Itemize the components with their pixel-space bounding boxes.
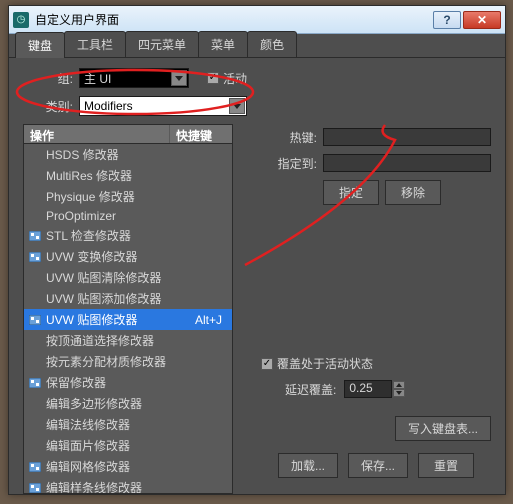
write-table-button[interactable]: 写入键盘表... (395, 416, 491, 441)
item-icon (28, 314, 42, 326)
tab-menu[interactable]: 菜单 (198, 31, 248, 57)
col-action[interactable]: 操作 (24, 125, 170, 143)
item-label: 保留修改器 (46, 374, 106, 391)
window-title: 自定义用户界面 (35, 11, 433, 28)
list-item[interactable]: 编辑样条线修改器 (24, 477, 232, 494)
item-icon (28, 230, 42, 242)
item-icon (28, 461, 42, 473)
category-label: 类别: (23, 98, 73, 115)
list-item[interactable]: 编辑网格修改器 (24, 456, 232, 477)
list-item[interactable]: 保留修改器 (24, 372, 232, 393)
item-icon (28, 293, 42, 305)
tabs: 键盘 工具栏 四元菜单 菜单 颜色 (9, 34, 505, 58)
list-item[interactable]: MultiRes 修改器 (24, 165, 232, 186)
item-label: UVW 变换修改器 (46, 248, 137, 265)
item-label: 编辑面片修改器 (46, 437, 130, 454)
list-item[interactable]: UVW 贴图修改器 Alt+J (24, 309, 232, 330)
close-button[interactable]: ✕ (463, 11, 501, 29)
list-item[interactable]: UVW 变换修改器 (24, 246, 232, 267)
item-label: 按顶通道选择修改器 (46, 332, 154, 349)
list-item[interactable]: UVW 贴图添加修改器 (24, 288, 232, 309)
item-label: UVW 贴图清除修改器 (46, 269, 161, 286)
action-list[interactable]: HSDS 修改器 MultiRes 修改器 Physique 修改器 ProOptim… (23, 144, 233, 494)
assigned-to-label: 指定到: (261, 155, 317, 172)
list-item[interactable]: 编辑面片修改器 (24, 435, 232, 456)
item-label: MultiRes 修改器 (46, 167, 132, 184)
override-checkbox[interactable]: ✓ (261, 358, 273, 370)
item-label: 按元素分配材质修改器 (46, 353, 166, 370)
item-label: 编辑网格修改器 (46, 458, 130, 475)
list-item[interactable]: HSDS 修改器 (24, 144, 232, 165)
titlebar[interactable]: ◷ 自定义用户界面 ? ✕ (9, 6, 505, 34)
override-label: 覆盖处于活动状态 (277, 355, 373, 372)
item-icon (28, 398, 42, 410)
list-item[interactable]: STL 检查修改器 (24, 225, 232, 246)
item-label: STL 检查修改器 (46, 227, 131, 244)
list-item[interactable]: 按顶通道选择修改器 (24, 330, 232, 351)
item-icon (28, 210, 42, 222)
item-label: ProOptimizer (46, 209, 116, 223)
category-value: Modifiers (84, 99, 133, 113)
item-label: Physique 修改器 (46, 188, 135, 205)
item-icon (28, 335, 42, 347)
group-select[interactable]: 主 UI (79, 68, 189, 88)
remove-button[interactable]: 移除 (385, 180, 441, 205)
active-label: 活动 (223, 70, 247, 87)
group-label: 组: (23, 70, 73, 87)
item-shortcut: Alt+J (195, 313, 228, 327)
list-header: 操作 快捷键 (23, 124, 233, 144)
chevron-down-icon (171, 70, 187, 86)
list-item[interactable]: Physique 修改器 (24, 186, 232, 207)
item-icon (28, 440, 42, 452)
help-button[interactable]: ? (433, 11, 461, 29)
tab-toolbar[interactable]: 工具栏 (64, 31, 126, 57)
item-label: HSDS 修改器 (46, 146, 119, 163)
item-label: 编辑样条线修改器 (46, 479, 142, 494)
chevron-down-icon (229, 98, 245, 114)
tab-keyboard[interactable]: 键盘 (15, 32, 65, 58)
hotkey-label: 热键: (261, 129, 317, 146)
item-icon (28, 251, 42, 263)
delay-input[interactable]: 0.25 (344, 380, 392, 398)
item-label: UVW 贴图修改器 (46, 311, 137, 328)
tab-color[interactable]: 颜色 (247, 31, 297, 57)
item-label: 编辑多边形修改器 (46, 395, 142, 412)
group-value: 主 UI (84, 70, 111, 87)
spin-up-icon[interactable] (393, 381, 405, 389)
item-icon (28, 272, 42, 284)
delay-label: 延迟覆盖: (285, 381, 336, 398)
save-button[interactable]: 保存... (348, 453, 408, 478)
list-item[interactable]: ProOptimizer (24, 207, 232, 225)
hotkey-input[interactable] (323, 128, 491, 146)
spin-down-icon[interactable] (393, 389, 405, 397)
category-select[interactable]: Modifiers (79, 96, 247, 116)
list-item[interactable]: 编辑法线修改器 (24, 414, 232, 435)
item-icon (28, 149, 42, 161)
item-label: UVW 贴图添加修改器 (46, 290, 161, 307)
item-icon (28, 377, 42, 389)
item-icon (28, 191, 42, 203)
app-icon: ◷ (13, 12, 29, 28)
item-icon (28, 419, 42, 431)
tab-quad[interactable]: 四元菜单 (125, 31, 199, 57)
list-item[interactable]: 编辑多边形修改器 (24, 393, 232, 414)
item-icon (28, 482, 42, 494)
list-item[interactable]: 按元素分配材质修改器 (24, 351, 232, 372)
item-icon (28, 356, 42, 368)
reset-button[interactable]: 重置 (418, 453, 474, 478)
assign-button[interactable]: 指定 (323, 180, 379, 205)
list-item[interactable]: UVW 贴图清除修改器 (24, 267, 232, 288)
item-label: 编辑法线修改器 (46, 416, 130, 433)
col-shortcut[interactable]: 快捷键 (170, 125, 232, 143)
item-icon (28, 170, 42, 182)
active-checkbox[interactable]: ✓ (207, 72, 219, 84)
load-button[interactable]: 加载... (278, 453, 338, 478)
assigned-to-display (323, 154, 491, 172)
